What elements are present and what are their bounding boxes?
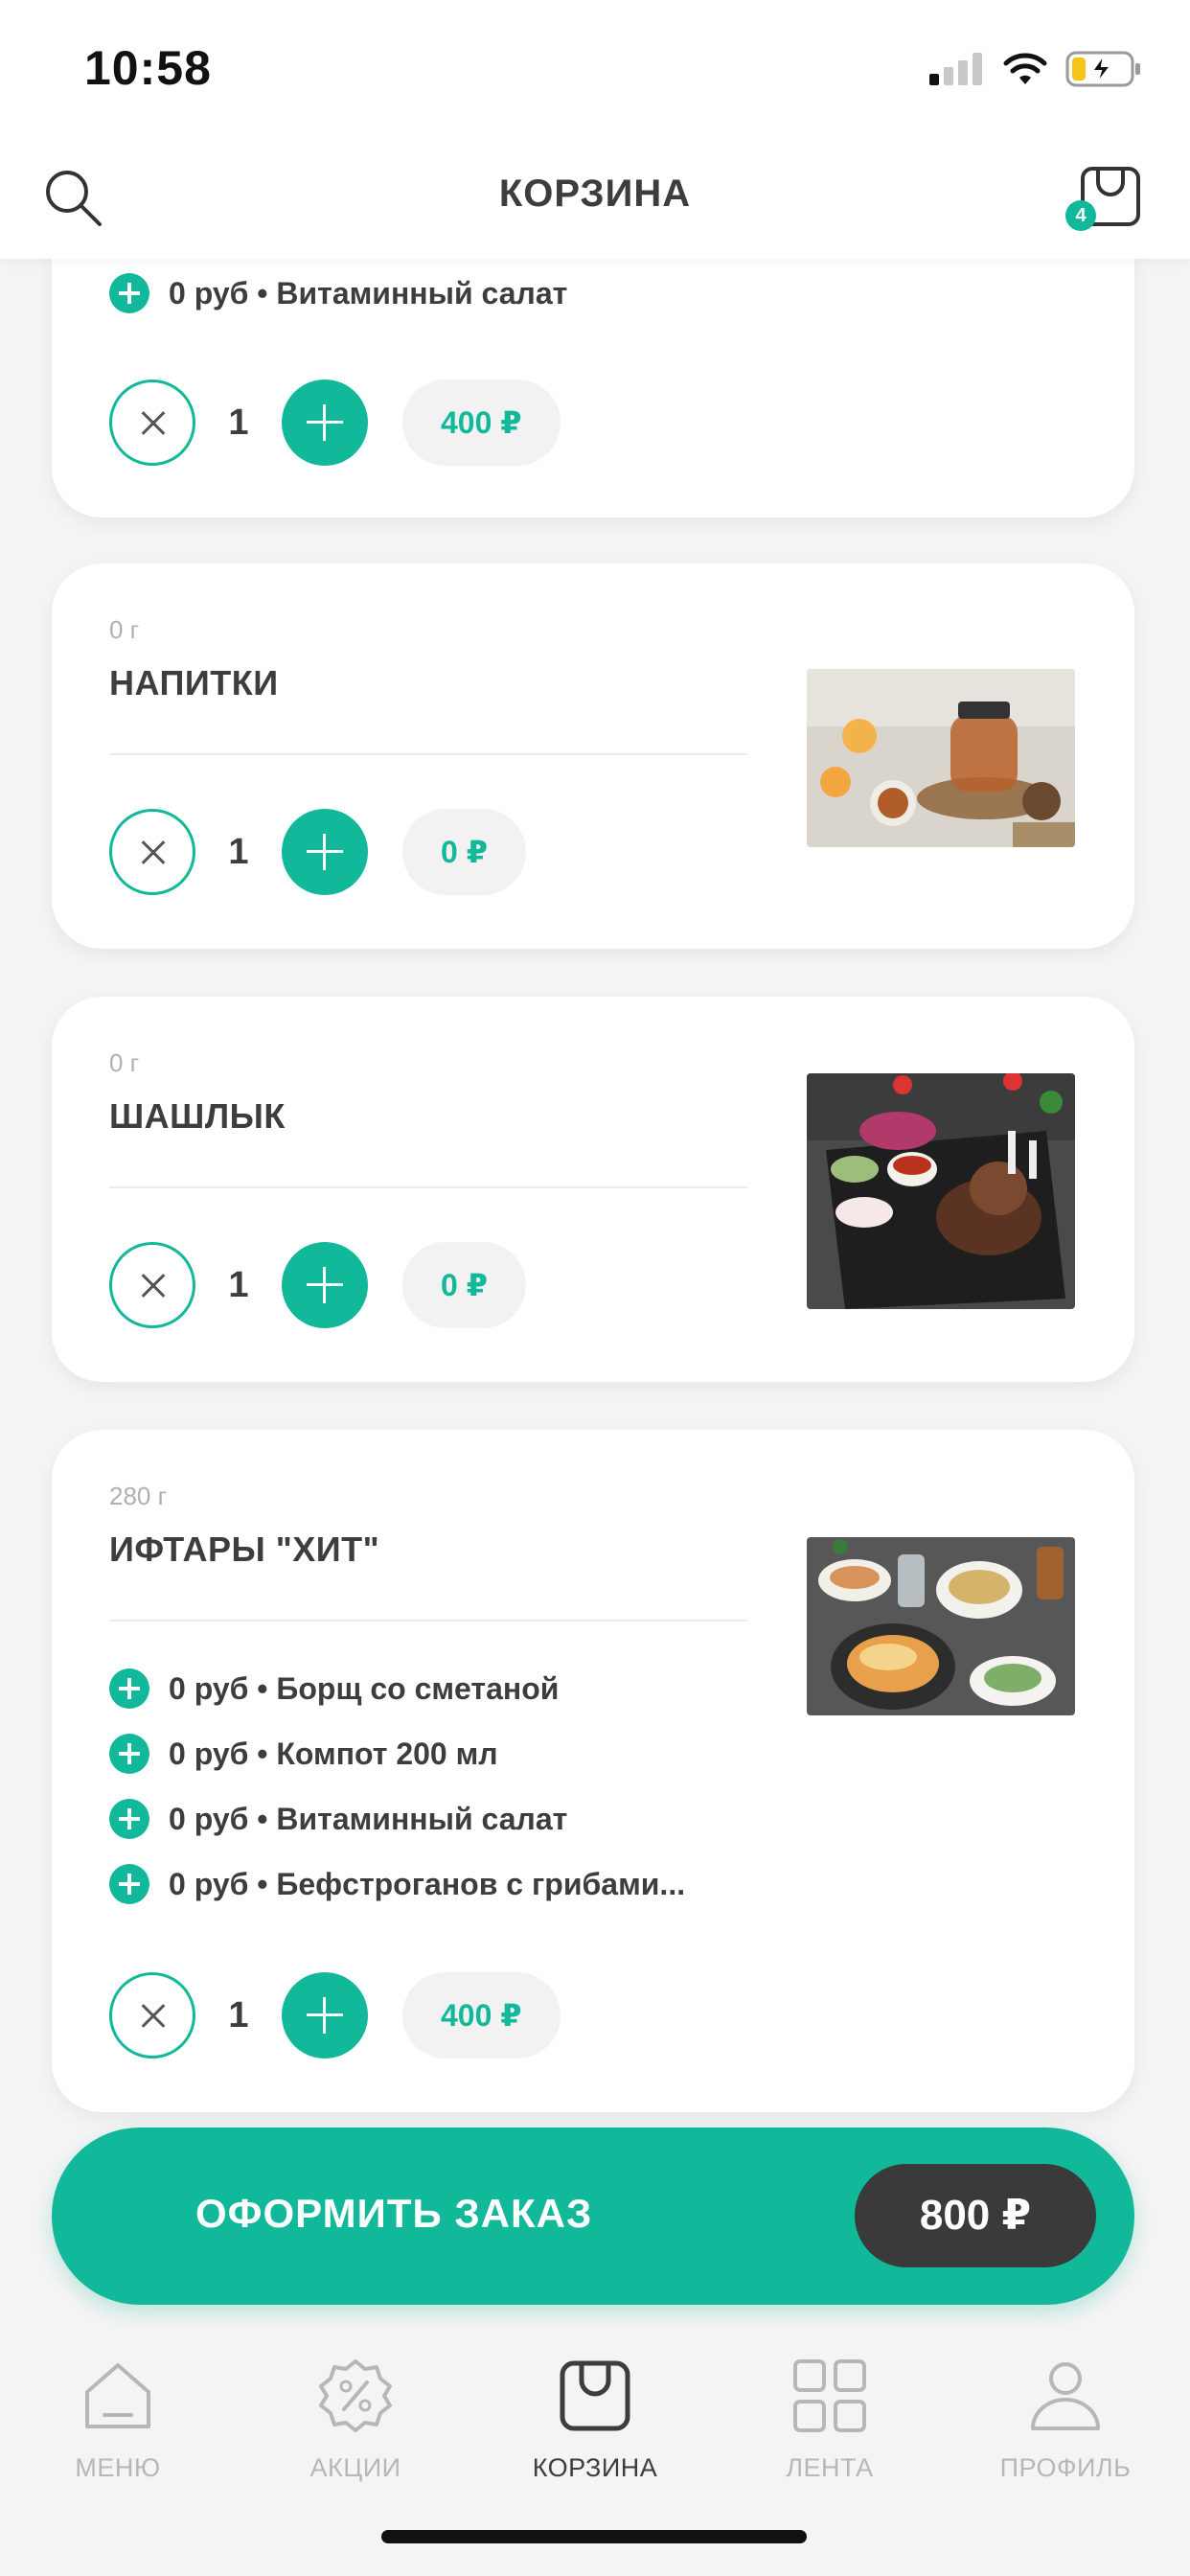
remove-item-button[interactable] <box>109 1242 195 1328</box>
item-price: 400 ₽ <box>402 1972 561 2058</box>
divider <box>109 1186 747 1188</box>
plus-circle-icon <box>109 1864 149 1904</box>
increase-quantity-button[interactable] <box>282 809 368 895</box>
item-weight: 0 г <box>109 615 140 644</box>
tab-profile[interactable]: ПРОФИЛЬ <box>970 2356 1161 2483</box>
checkout-button[interactable]: ОФОРМИТЬ ЗАКАЗ 800 ₽ <box>52 2128 1134 2305</box>
home-indicator <box>381 2530 807 2543</box>
plus-circle-icon <box>109 1799 149 1839</box>
status-time: 10:58 <box>84 41 212 95</box>
tab-label: ПРОФИЛЬ <box>999 2453 1132 2482</box>
discount-icon <box>319 2359 392 2432</box>
modifier-text: 0 руб • Борщ со сметаной <box>169 1670 560 1706</box>
status-bar: 10:58 <box>0 0 1190 144</box>
modifier-item: 0 руб • Компот 200 мл <box>109 1721 685 1786</box>
home-icon <box>85 2363 150 2428</box>
increase-quantity-button[interactable] <box>282 1242 368 1328</box>
quantity-value: 1 <box>228 831 249 872</box>
cellular-signal-icon <box>929 53 982 85</box>
item-price: 400 ₽ <box>402 380 561 466</box>
quantity-value: 1 <box>228 1994 249 2036</box>
tea-photo <box>807 669 1075 847</box>
cart-item-card: 0 г НАПИТКИ 1 0 ₽ <box>52 564 1134 949</box>
tab-menu[interactable]: МЕНЮ <box>22 2356 214 2483</box>
cart-screen: 10:58 КОРЗИНА 4 0 руб • Витаминный салат… <box>0 0 1190 2576</box>
item-price: 0 ₽ <box>402 809 526 895</box>
bag-icon <box>560 2360 630 2431</box>
quantity-value: 1 <box>228 1264 249 1305</box>
page-title: КОРЗИНА <box>498 172 692 215</box>
plus-circle-icon <box>109 1668 149 1709</box>
header-cart-button[interactable]: 4 <box>1065 161 1144 233</box>
item-name: ИФТАРЫ "ХИТ" <box>109 1530 380 1569</box>
profile-icon <box>1031 2362 1100 2430</box>
remove-item-button[interactable] <box>109 380 195 466</box>
iftar-photo <box>807 1537 1075 1715</box>
modifier-text: 0 руб • Бефстроганов с грибами... <box>169 1866 686 1901</box>
modifier-list: 0 руб • Борщ со сметаной 0 руб • Компот … <box>109 1656 685 1917</box>
shashlik-photo <box>807 1073 1075 1309</box>
modifier-text: 0 руб • Витаминный салат <box>169 275 568 310</box>
modifier-item: 0 руб • Бефстроганов с грибами... <box>109 1852 685 1917</box>
remove-item-button[interactable] <box>109 809 195 895</box>
tab-label: КОРЗИНА <box>532 2453 658 2482</box>
item-name: ШАШЛЫК <box>109 1096 286 1136</box>
battery-charging-icon <box>1065 51 1140 87</box>
modifier-item: 0 руб • Витаминный салат <box>109 261 567 326</box>
quantity-controls: 1 400 ₽ <box>109 380 561 466</box>
plus-circle-icon <box>109 273 149 313</box>
item-price: 0 ₽ <box>402 1242 526 1328</box>
status-icons <box>929 50 1142 88</box>
quantity-value: 1 <box>228 402 249 443</box>
remove-item-button[interactable] <box>109 1972 195 2058</box>
divider <box>109 753 747 755</box>
quantity-controls: 1 0 ₽ <box>109 809 526 895</box>
cart-item-card: 0 г ШАШЛЫК 1 0 ₽ <box>52 997 1134 1382</box>
tab-feed[interactable]: ЛЕНТА <box>734 2356 926 2483</box>
quantity-controls: 1 400 ₽ <box>109 1972 561 2058</box>
increase-quantity-button[interactable] <box>282 380 368 466</box>
checkout-label: ОФОРМИТЬ ЗАКАЗ <box>195 2191 593 2236</box>
modifier-text: 0 руб • Витаминный салат <box>169 1801 568 1836</box>
tab-cart[interactable]: КОРЗИНА <box>499 2356 691 2483</box>
tab-label: ЛЕНТА <box>786 2453 874 2482</box>
cart-count-badge: 4 <box>1065 200 1096 231</box>
quantity-controls: 1 0 ₽ <box>109 1242 526 1328</box>
grid-icon <box>793 2359 866 2432</box>
plus-circle-icon <box>109 1734 149 1774</box>
wifi-icon <box>1003 53 1047 84</box>
tab-promotions[interactable]: АКЦИИ <box>260 2356 451 2483</box>
item-weight: 0 г <box>109 1048 140 1077</box>
divider <box>109 1620 747 1622</box>
modifier-list: 0 руб • Витаминный салат <box>109 261 567 326</box>
order-total: 800 ₽ <box>855 2164 1096 2267</box>
tab-label: МЕНЮ <box>75 2453 161 2482</box>
modifier-item: 0 руб • Борщ со сметаной <box>109 1656 685 1721</box>
modifier-item: 0 руб • Витаминный салат <box>109 1786 685 1852</box>
top-header: КОРЗИНА 4 <box>0 144 1190 259</box>
cart-item-card: 280 г ИФТАРЫ "ХИТ" 0 руб • Борщ со смета… <box>52 1430 1134 2112</box>
modifier-text: 0 руб • Компот 200 мл <box>169 1736 498 1771</box>
item-weight: 280 г <box>109 1482 168 1510</box>
tab-label: АКЦИИ <box>309 2453 401 2482</box>
item-name: НАПИТКИ <box>109 663 279 702</box>
increase-quantity-button[interactable] <box>282 1972 368 2058</box>
